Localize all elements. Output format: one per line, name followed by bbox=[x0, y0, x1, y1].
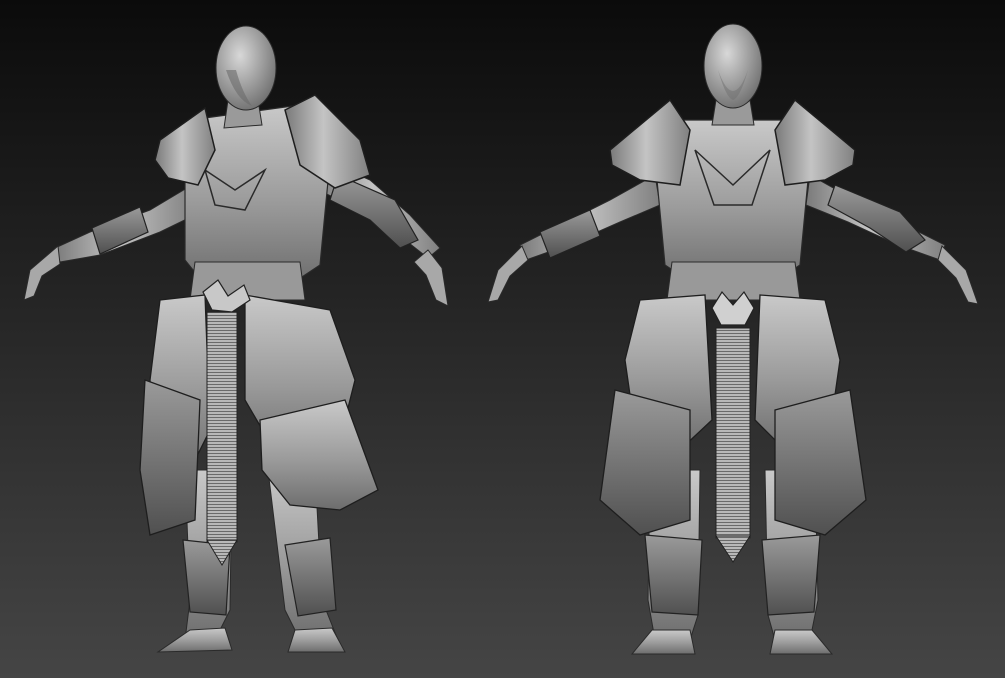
left-figure-skirt-left bbox=[139, 379, 201, 536]
scene-canvas bbox=[0, 0, 1005, 678]
right-figure-tabard-strip bbox=[715, 327, 751, 539]
right-figure-abdomen bbox=[666, 261, 801, 301]
render-viewport bbox=[0, 0, 1005, 678]
right-figure-greave-left bbox=[644, 534, 703, 616]
background-gradient bbox=[0, 0, 1005, 678]
left-figure-tabard-strip bbox=[206, 311, 238, 543]
right-figure-greave-right bbox=[761, 534, 821, 616]
